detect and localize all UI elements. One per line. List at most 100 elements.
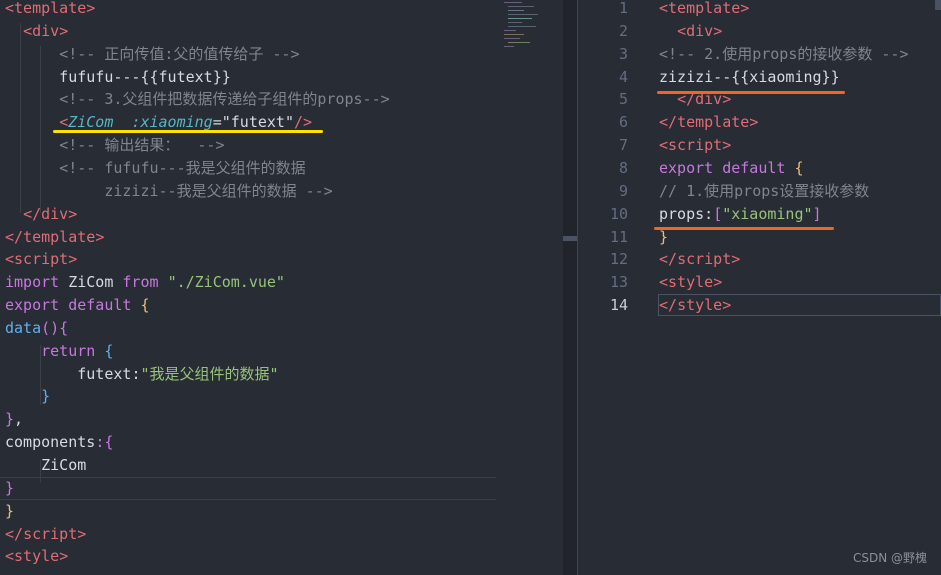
code-line[interactable]: <!-- fufufu---我是父组件的数据 xyxy=(5,157,306,180)
code-line[interactable]: <!-- 2.使用props的接收参数 --> xyxy=(659,43,909,66)
code-token: > xyxy=(731,250,741,269)
code-line[interactable]: <template> xyxy=(659,0,749,20)
line-number: 13 xyxy=(609,273,628,292)
code-line[interactable]: </script> xyxy=(659,248,740,271)
code-token: style xyxy=(677,296,723,315)
code-line[interactable]: </template> xyxy=(659,111,758,134)
code-line[interactable]: import ZiCom from "./ZiCom.vue" xyxy=(5,271,285,294)
code-token: ] xyxy=(812,204,822,223)
code-line[interactable]: <script> xyxy=(5,248,77,271)
code-token: template xyxy=(677,113,750,132)
code-token: template xyxy=(14,0,87,17)
editor-window: <template> <div> <!-- 正向传值:父的值传给子 --> fu… xyxy=(0,0,941,575)
code-line[interactable]: return { xyxy=(5,340,113,363)
code-line[interactable]: futext:"我是父组件的数据" xyxy=(5,363,278,386)
code-token: > xyxy=(722,136,732,155)
scrollbar-thumb[interactable] xyxy=(935,0,941,10)
code-token: data xyxy=(5,318,42,337)
code-line[interactable]: <!-- 正向传值:父的值传给子 --> xyxy=(5,43,300,66)
code-token: futext xyxy=(5,364,132,383)
code-line[interactable]: props:["xiaoming"] xyxy=(659,203,822,226)
code-token: > xyxy=(95,227,105,246)
minimap[interactable] xyxy=(504,0,546,60)
code-line[interactable]: <style> xyxy=(5,545,68,568)
code-token: ZiCom xyxy=(68,113,114,132)
code-token: <!-- fufufu---我是父组件的数据 xyxy=(59,158,306,177)
code-line[interactable]: <div> xyxy=(659,20,722,43)
code-token: > xyxy=(740,0,750,17)
code-line[interactable]: }, xyxy=(5,408,23,431)
line-number: 9 xyxy=(618,181,628,200)
code-line[interactable]: components:{ xyxy=(5,431,113,454)
code-token: > xyxy=(713,273,723,292)
line-number: 5 xyxy=(618,90,628,109)
code-token: < xyxy=(5,547,15,566)
code-token: < xyxy=(23,21,33,40)
code-token: < xyxy=(659,273,669,292)
code-token: import xyxy=(5,273,69,292)
code-line[interactable]: // 1.使用props设置接收参数 xyxy=(659,180,869,203)
code-line[interactable]: } xyxy=(5,477,14,500)
code-token: "./ZiCom.vue" xyxy=(167,273,285,292)
code-token: script xyxy=(14,250,69,269)
code-token: script xyxy=(668,136,723,155)
code-line[interactable]: ZiCom xyxy=(5,454,86,477)
code-token: "xiaoming" xyxy=(722,204,813,223)
line-number: 7 xyxy=(618,136,628,155)
code-line[interactable]: <style> xyxy=(659,271,722,294)
code-token: script xyxy=(677,250,732,269)
code-token: </ xyxy=(659,296,678,315)
yellow-annotation-underline xyxy=(53,130,323,133)
code-token: </ xyxy=(23,204,42,223)
code-token: ZiCom xyxy=(5,456,87,474)
code-line[interactable]: <!-- 输出结果： --> xyxy=(5,134,224,157)
code-token: <!-- 2.使用props的接收参数 --> xyxy=(659,44,909,63)
code-line[interactable]: <div> xyxy=(5,20,68,43)
code-line[interactable]: data(){ xyxy=(5,317,68,340)
code-token: template xyxy=(668,0,741,17)
split-divider[interactable] xyxy=(563,0,578,575)
code-token: default xyxy=(68,296,141,315)
code-token: <!-- 正向传值:父的值传给子 --> xyxy=(59,44,300,63)
code-line[interactable]: } xyxy=(5,500,14,523)
code-token: :xiaoming xyxy=(131,113,213,132)
code-line[interactable]: </style> xyxy=(659,294,731,317)
line-number: 14 xyxy=(609,296,628,315)
code-token: export xyxy=(5,296,69,315)
code-line[interactable]: fufufu---{{futext}} xyxy=(5,66,231,89)
code-line[interactable]: zizizi--{{xiaoming}} xyxy=(659,66,840,89)
code-token: } xyxy=(5,410,15,429)
code-line[interactable]: <template> xyxy=(5,0,95,20)
code-line[interactable]: </template> xyxy=(5,226,104,249)
code-token: template xyxy=(23,227,96,246)
line-number: 2 xyxy=(618,21,628,40)
code-line[interactable]: zizizi--我是父组件的数据 --> xyxy=(5,180,333,203)
code-line[interactable]: <!-- 3.父组件把数据传递给子组件的props--> xyxy=(5,88,389,111)
code-token: = xyxy=(212,113,222,132)
right-editor-pane[interactable]: 1 2 3 4 5 6 7 8 9 10 11 12 13 14 <template> <div> <!--… xyxy=(578,0,941,575)
code-token: return xyxy=(41,341,105,360)
left-editor-pane[interactable]: <template> <div> <!-- 正向传值:父的值传给子 --> fu… xyxy=(0,0,563,575)
line-number: 12 xyxy=(609,250,628,269)
code-token: components xyxy=(5,433,96,452)
code-token: > xyxy=(713,21,723,40)
code-line[interactable]: <script> xyxy=(659,134,731,157)
code-token: [ xyxy=(713,204,723,223)
code-line[interactable]: } xyxy=(5,385,50,408)
code-token: zizizi--{{xiaoming}} xyxy=(659,67,840,86)
code-line[interactable]: </script> xyxy=(5,523,86,546)
watermark: CSDN @野槐 xyxy=(852,551,927,565)
code-line[interactable]: export default { xyxy=(5,294,150,317)
code-line[interactable]: export default { xyxy=(659,157,804,180)
code-token: fufufu---{{futext}} xyxy=(5,67,231,86)
code-line[interactable]: </div> xyxy=(5,203,77,226)
scrollbar-thumb[interactable] xyxy=(563,236,578,241)
code-token: zizizi--我是父组件的数据 --> xyxy=(5,181,333,200)
